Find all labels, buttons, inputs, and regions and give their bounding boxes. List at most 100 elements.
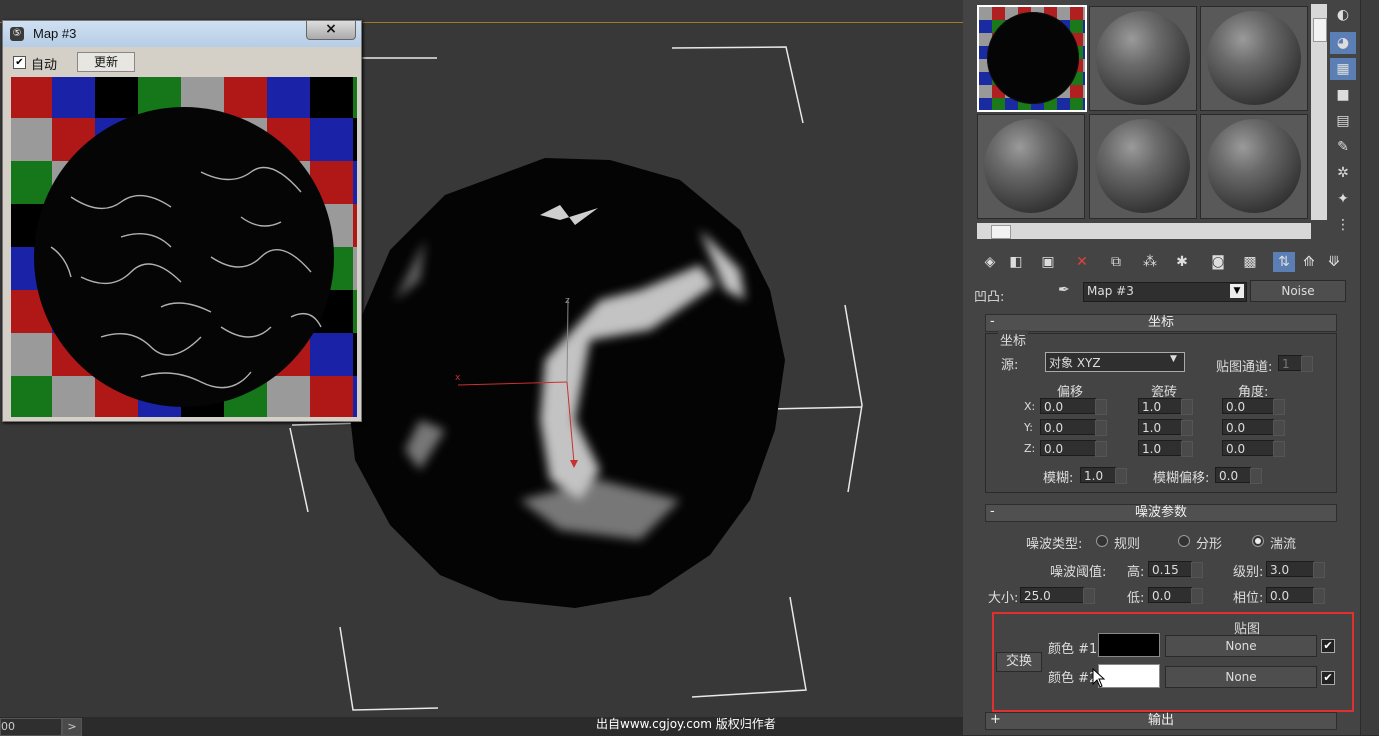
- make-unique-icon[interactable]: ⁂: [1139, 252, 1161, 272]
- checker-tile: [353, 204, 357, 247]
- offset-x-field[interactable]: 0.0: [1040, 398, 1107, 415]
- size-field[interactable]: 25.0: [1020, 587, 1095, 604]
- checker-tile: [11, 118, 52, 161]
- material-effects-channel-icon[interactable]: ◙: [1207, 252, 1229, 272]
- put-to-scene-icon[interactable]: ◧: [1005, 252, 1027, 272]
- checker-tile: [353, 161, 357, 204]
- close-button[interactable]: ×: [306, 21, 356, 40]
- copy-material-icon[interactable]: ⧉: [1105, 252, 1127, 272]
- video-color-check-icon[interactable]: ▤: [1330, 110, 1356, 132]
- scrollbar-thumb[interactable]: [991, 225, 1011, 239]
- coordinates-group-label: 坐标: [998, 330, 1029, 349]
- checker-tile: [353, 290, 357, 333]
- material-slot-2[interactable]: [1089, 6, 1197, 111]
- checker-tile: [310, 77, 353, 118]
- angle-x-field[interactable]: 0.0: [1222, 398, 1285, 415]
- blur-label: 模糊:: [1043, 471, 1074, 486]
- output-rollout-header[interactable]: + 输出: [985, 712, 1337, 730]
- slot-sphere: [1096, 119, 1190, 213]
- options-icon[interactable]: ✲: [1330, 162, 1356, 184]
- levels-field[interactable]: 3.0: [1266, 561, 1325, 578]
- frame-field[interactable]: 00: [0, 718, 62, 736]
- row-x-label: X:: [1024, 400, 1036, 413]
- checker-tile: [353, 247, 357, 290]
- checker-tile: [353, 333, 357, 376]
- map-channel-label: 贴图通道:: [1216, 360, 1273, 375]
- map-window-titlebar[interactable]: ⑤ Map #3 ×: [3, 21, 361, 47]
- expand-icon: +: [990, 712, 1001, 727]
- noise-rollout-title: 噪波参数: [1134, 505, 1187, 520]
- material-slot-3[interactable]: [1200, 6, 1308, 111]
- sample-uv-tiling-icon[interactable]: ■: [1330, 84, 1356, 106]
- reset-map-icon[interactable]: ✕: [1071, 252, 1093, 272]
- scrollbar-thumb[interactable]: [1313, 18, 1327, 42]
- angle-z-field[interactable]: 0.0: [1222, 440, 1285, 457]
- auto-checkbox[interactable]: ✔: [13, 56, 26, 69]
- checker-background: [11, 77, 357, 417]
- checker-tile: [11, 376, 52, 417]
- checker-tile: [267, 77, 310, 118]
- material-slot-1[interactable]: [977, 5, 1087, 112]
- offset-y-field[interactable]: 0.0: [1040, 419, 1107, 436]
- high-label: 高:: [1127, 565, 1145, 580]
- select-by-material-icon[interactable]: ✦: [1330, 188, 1356, 210]
- offset-z-field[interactable]: 0.0: [1040, 440, 1107, 457]
- slot-noise-sphere: [987, 12, 1079, 104]
- eyedropper-icon[interactable]: ✒: [1058, 282, 1078, 300]
- blur-field[interactable]: 1.0: [1080, 467, 1127, 484]
- noise-type-regular-label: 规则: [1114, 537, 1141, 552]
- checker-tile: [310, 376, 353, 417]
- angle-y-field[interactable]: 0.0: [1222, 419, 1285, 436]
- noise-rollout-header[interactable]: - 噪波参数: [985, 504, 1337, 522]
- make-preview-icon[interactable]: ✎: [1330, 136, 1356, 158]
- phase-field[interactable]: 0.0: [1266, 587, 1325, 604]
- slots-horizontal-scrollbar[interactable]: [977, 223, 1311, 239]
- levels-label: 级别:: [1233, 565, 1264, 580]
- chevron-down-icon[interactable]: ▼: [1230, 284, 1244, 298]
- sample-type-sphere-icon[interactable]: ◐: [1330, 4, 1356, 26]
- row-z-label: Z:: [1024, 442, 1036, 455]
- update-button[interactable]: 更新: [77, 52, 135, 72]
- checker-tile: [353, 77, 357, 118]
- tiling-v-field[interactable]: 1.0: [1138, 419, 1193, 436]
- map-type-button[interactable]: Noise: [1250, 280, 1346, 302]
- material-map-navigator-icon[interactable]: ⋮: [1330, 214, 1356, 236]
- backlight-icon[interactable]: ◕: [1330, 32, 1356, 54]
- put-to-library-icon[interactable]: ✱: [1171, 252, 1193, 272]
- chevron-down-icon[interactable]: ▼: [1170, 354, 1177, 364]
- get-material-icon[interactable]: ◈: [979, 252, 1001, 272]
- material-slot-6[interactable]: [1200, 114, 1308, 219]
- go-forward-to-sibling-icon[interactable]: ⟱: [1323, 252, 1345, 272]
- noise-type-regular-radio[interactable]: [1096, 535, 1108, 547]
- assign-material-icon[interactable]: ▣: [1037, 252, 1059, 272]
- tiling-u-field[interactable]: 1.0: [1138, 398, 1193, 415]
- checker-tile: [310, 118, 353, 161]
- noise-type-fractal-label: 分形: [1196, 537, 1223, 552]
- map-name-field[interactable]: Map #3 ▼: [1083, 282, 1247, 302]
- show-end-result-icon[interactable]: ⇅: [1273, 252, 1295, 272]
- coordinates-rollout-header[interactable]: - 坐标: [985, 314, 1337, 332]
- material-slot-4[interactable]: [977, 114, 1085, 219]
- slot-sphere: [984, 119, 1078, 213]
- low-label: 低:: [1127, 591, 1145, 606]
- show-map-in-viewport-icon[interactable]: ▩: [1239, 252, 1261, 272]
- noise-type-fractal-radio[interactable]: [1178, 535, 1190, 547]
- blur-offset-field[interactable]: 0.0: [1215, 467, 1262, 484]
- source-dropdown[interactable]: 对象 XYZ ▼: [1045, 352, 1185, 372]
- checker-tile: [11, 333, 52, 376]
- slot-sphere: [1096, 11, 1190, 105]
- noise-type-turbulence-radio[interactable]: [1252, 535, 1264, 547]
- next-frame-button[interactable]: >: [62, 718, 82, 736]
- low-field[interactable]: 0.0: [1148, 587, 1203, 604]
- checker-tile: [353, 376, 357, 417]
- slots-vertical-scrollbar[interactable]: [1311, 4, 1327, 220]
- axis-x-label: x: [455, 373, 461, 383]
- blur-offset-label: 模糊偏移:: [1153, 471, 1210, 486]
- high-field[interactable]: 0.15: [1148, 561, 1203, 578]
- background-checker-icon[interactable]: ▦: [1330, 58, 1356, 80]
- map-preview-window[interactable]: ⑤ Map #3 × ✔ 自动 更新: [2, 20, 362, 422]
- map-channel-field[interactable]: 1: [1278, 355, 1313, 372]
- tiling-w-field[interactable]: 1.0: [1138, 440, 1193, 457]
- material-slot-5[interactable]: [1089, 114, 1197, 219]
- go-to-parent-icon[interactable]: ⟰: [1298, 252, 1320, 272]
